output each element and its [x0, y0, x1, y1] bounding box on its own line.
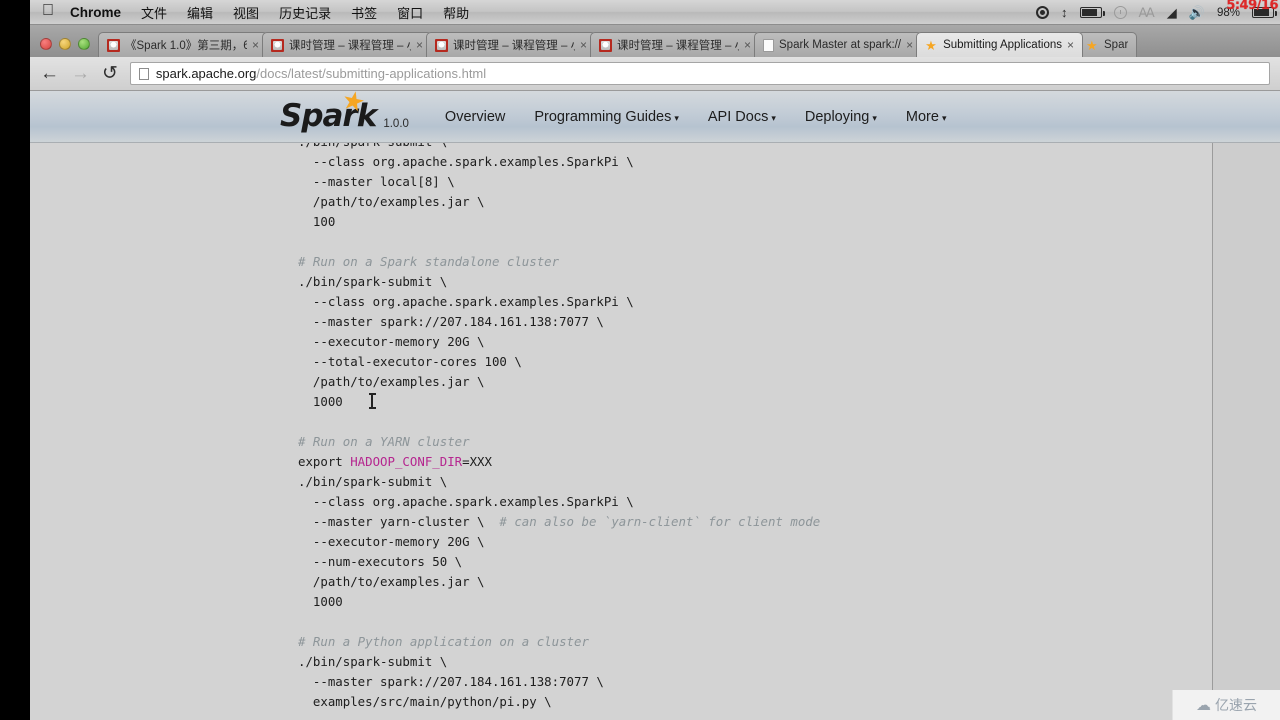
- chevron-down-icon: ▾: [771, 112, 776, 123]
- tab-title: Spark Master at spark://: [779, 39, 902, 51]
- nav-link-overview[interactable]: Overview: [445, 109, 505, 125]
- bluetooth-icon[interactable]: Ꜳ: [1139, 6, 1155, 19]
- spark-site-nav: Spark ★ 1.0.0 Overview Programming Guide…: [30, 91, 1280, 143]
- nav-link-label: Deploying: [804, 108, 870, 125]
- menu-item-window[interactable]: 窗口: [397, 3, 423, 22]
- star-favicon-icon: ★: [1086, 37, 1098, 53]
- chevron-down-icon: ▾: [941, 112, 947, 123]
- tab-title: 《Spark 1.0》第三期，6月: [125, 40, 247, 52]
- chevron-down-icon: ▾: [872, 112, 877, 123]
- address-bar[interactable]: spark.apache.org/docs/latest/submitting-…: [129, 62, 1270, 85]
- nav-link-label: Overview: [444, 108, 506, 125]
- tab-title: 课时管理 – 课程管理 – 小…: [453, 40, 575, 52]
- browser-toolbar: ← → ↺ spark.apache.org/docs/latest/submi…: [30, 57, 1280, 91]
- page-icon: [138, 67, 149, 80]
- spark-version-label: 1.0.0: [383, 118, 409, 130]
- red-timer-overlay: 5:49/16: [1226, 0, 1278, 13]
- tab-close-icon[interactable]: ×: [744, 38, 751, 52]
- page-margin-right: [1213, 143, 1280, 720]
- spark-favicon-icon: [435, 38, 448, 52]
- code-content[interactable]: ./bin/spark-submit \ --class org.apache.…: [30, 143, 1212, 712]
- browser-tab[interactable]: Spark Master at spark:// ×: [754, 32, 923, 57]
- menu-item-view[interactable]: 视图: [233, 3, 259, 22]
- nav-link-label: Programming Guides: [534, 108, 672, 125]
- tab-close-icon[interactable]: ×: [252, 38, 259, 52]
- spark-favicon-icon: [107, 38, 120, 52]
- screen-left-gutter: [0, 0, 30, 720]
- tab-title: 课时管理 – 课程管理 – 小…: [289, 40, 411, 52]
- screenshot-root:  Chrome 文件 编辑 视图 历史记录 书签 窗口 帮助 ↕ Ꜳ ◢ 🔊 …: [0, 0, 1280, 720]
- nav-link-deploying[interactable]: Deploying ▾: [805, 109, 877, 125]
- page-viewport: Spark ★ 1.0.0 Overview Programming Guide…: [30, 91, 1280, 720]
- menu-item-file[interactable]: 文件: [141, 3, 167, 22]
- nav-link-api-docs[interactable]: API Docs ▾: [708, 109, 776, 125]
- nav-link-label: More: [905, 108, 939, 125]
- watermark-text: 亿速云: [1215, 698, 1257, 714]
- browser-tab[interactable]: 课时管理 – 课程管理 – 小… ×: [590, 32, 760, 57]
- browser-tab[interactable]: 《Spark 1.0》第三期，6月 ×: [98, 32, 268, 57]
- menu-item-bookmarks[interactable]: 书签: [351, 3, 377, 22]
- tab-strip: 《Spark 1.0》第三期，6月 × 课时管理 – 课程管理 – 小… × 课…: [30, 25, 1280, 57]
- star-favicon-icon: ★: [925, 37, 937, 53]
- chrome-window: 《Spark 1.0》第三期，6月 × 课时管理 – 课程管理 – 小… × 课…: [30, 25, 1280, 720]
- url-text: spark.apache.org/docs/latest/submitting-…: [156, 66, 486, 81]
- tab-close-icon[interactable]: ×: [1067, 38, 1074, 52]
- record-icon[interactable]: [1036, 6, 1050, 19]
- clock-icon[interactable]: [1113, 6, 1127, 19]
- tab-title: Submitting Applications: [943, 39, 1062, 51]
- menu-bar-status-area: ↕ Ꜳ ◢ 🔊 98% 5:49/16: [1036, 0, 1280, 25]
- battery-meter-icon[interactable]: [1079, 7, 1105, 18]
- url-domain: spark.apache.org: [155, 66, 257, 81]
- spark-favicon-icon: [271, 38, 284, 52]
- wifi-icon[interactable]: ◢: [1167, 6, 1177, 19]
- close-button[interactable]: [40, 38, 52, 50]
- watermark: ☁ 亿速云: [1172, 690, 1280, 720]
- reload-icon[interactable]: ↺: [102, 64, 118, 83]
- minimize-button[interactable]: [59, 38, 71, 50]
- browser-tab[interactable]: 课时管理 – 课程管理 – 小… ×: [262, 32, 432, 57]
- updown-arrows-icon[interactable]: ↕: [1061, 6, 1068, 19]
- code-block: ./bin/spark-submit \ --class org.apache.…: [30, 143, 1213, 720]
- macos-menu-bar:  Chrome 文件 编辑 视图 历史记录 书签 窗口 帮助 ↕ Ꜳ ◢ 🔊 …: [30, 0, 1280, 25]
- browser-tab[interactable]: 课时管理 – 课程管理 – 小… ×: [426, 32, 596, 57]
- tab-title: Spar: [1104, 39, 1129, 51]
- url-path: /docs/latest/submitting-applications.htm…: [256, 66, 487, 81]
- window-traffic-lights: [38, 38, 98, 57]
- browser-tab-active[interactable]: ★ Submitting Applications ×: [916, 32, 1084, 57]
- nav-link-more[interactable]: More ▾: [906, 109, 947, 125]
- spark-favicon-icon: [599, 38, 612, 52]
- back-arrow-icon[interactable]: ←: [40, 64, 59, 83]
- tab-close-icon[interactable]: ×: [416, 38, 423, 52]
- site-nav-links: Overview Programming Guides ▾ API Docs ▾ D…: [445, 109, 947, 125]
- menu-item-edit[interactable]: 编辑: [187, 3, 213, 22]
- cloud-logo-icon: ☁: [1196, 696, 1211, 714]
- menu-app-name[interactable]: Chrome: [70, 5, 121, 20]
- menu-item-help[interactable]: 帮助: [443, 3, 469, 22]
- nav-link-programming-guides[interactable]: Programming Guides ▾: [534, 109, 679, 125]
- tab-close-icon[interactable]: ×: [906, 38, 913, 52]
- maximize-button[interactable]: [78, 38, 90, 50]
- spark-brand[interactable]: Spark ★ 1.0.0: [280, 91, 409, 132]
- menu-item-history[interactable]: 历史记录: [279, 3, 331, 22]
- volume-icon[interactable]: 🔊: [1189, 6, 1205, 19]
- apple-logo-icon[interactable]: : [42, 3, 54, 19]
- tab-close-icon[interactable]: ×: [580, 38, 587, 52]
- document-favicon-icon: [763, 38, 774, 52]
- forward-arrow-icon[interactable]: →: [71, 64, 90, 83]
- i-beam-cursor: [368, 393, 376, 409]
- chevron-down-icon: ▾: [674, 112, 679, 123]
- tab-title: 课时管理 – 课程管理 – 小…: [617, 40, 739, 52]
- browser-tab[interactable]: ★ Spar: [1077, 32, 1138, 57]
- nav-link-label: API Docs: [707, 108, 769, 125]
